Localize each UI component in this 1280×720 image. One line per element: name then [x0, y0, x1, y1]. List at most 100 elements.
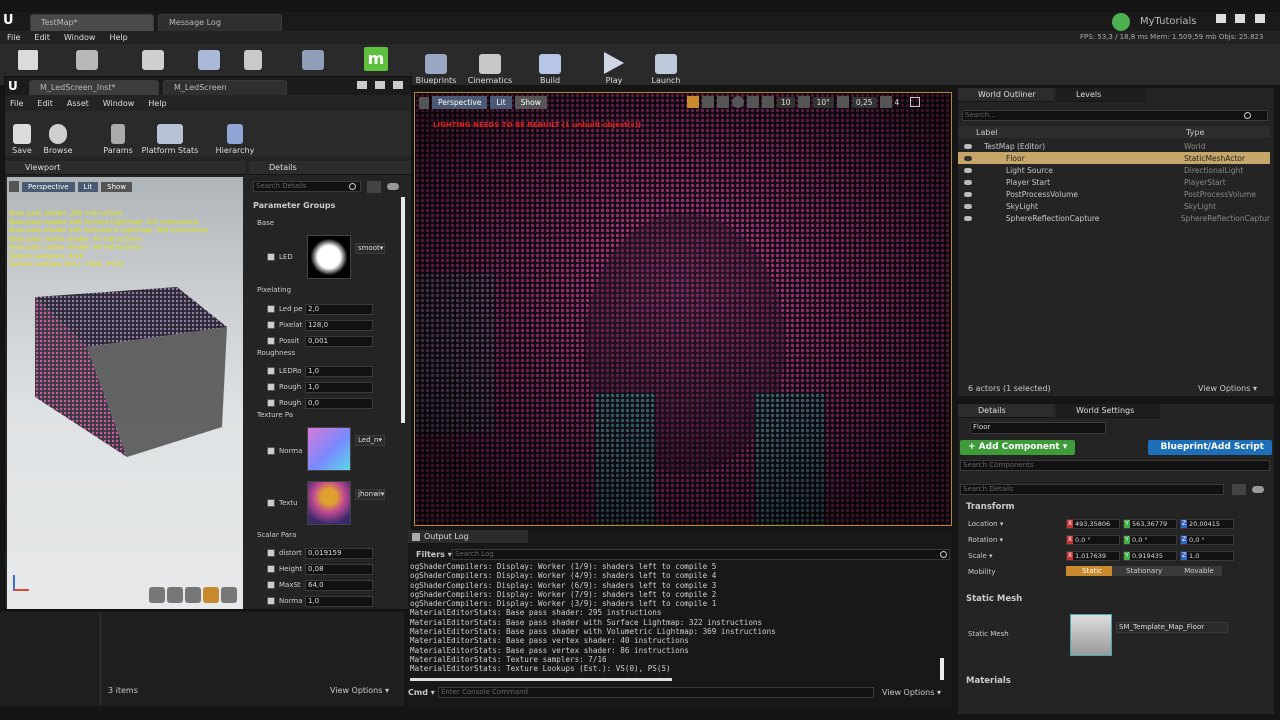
- texture-dropdown[interactable]: jhonwi▾: [355, 489, 385, 500]
- location-z[interactable]: Z 20,00415: [1180, 519, 1234, 529]
- me-details-scrollbar[interactable]: [401, 197, 405, 423]
- scale-icon[interactable]: [717, 96, 729, 108]
- maximize-icon[interactable]: [1235, 14, 1245, 23]
- world-settings-tab[interactable]: World Settings: [1056, 404, 1160, 418]
- rotation-z[interactable]: Z 0,0 °: [1180, 535, 1234, 545]
- me-details-tab[interactable]: Details: [249, 161, 411, 175]
- me-vp-show[interactable]: Show: [101, 181, 133, 192]
- translate-icon[interactable]: [687, 96, 699, 108]
- camera-speed-value[interactable]: 4: [895, 98, 900, 107]
- me-params-button[interactable]: Params: [101, 115, 135, 155]
- output-log-tab[interactable]: Output Log: [408, 530, 528, 544]
- account-avatar[interactable]: [1112, 13, 1130, 31]
- normal-dropdown[interactable]: Led_n▾: [355, 435, 385, 446]
- preview-cylinder-icon[interactable]: [149, 587, 165, 603]
- location-y[interactable]: Y 563,36779: [1123, 519, 1177, 529]
- param-value[interactable]: 128,0: [305, 319, 373, 331]
- me-vp-menu-icon[interactable]: [9, 181, 19, 192]
- search-components[interactable]: Search Components: [960, 460, 1270, 471]
- rotate-icon[interactable]: [702, 96, 714, 108]
- mobility-static[interactable]: Static: [1066, 566, 1113, 576]
- blueprints-button[interactable]: Blueprints: [414, 45, 458, 85]
- outliner-search[interactable]: Search...: [962, 110, 1268, 121]
- me-save-button[interactable]: Save: [5, 115, 39, 155]
- outliner-row-selected[interactable]: Floor StaticMeshActor: [958, 152, 1270, 164]
- col-label[interactable]: Label: [976, 128, 998, 137]
- visibility-eye-icon[interactable]: [964, 179, 972, 185]
- modes-icon[interactable]: [142, 50, 164, 70]
- location-x[interactable]: X 493,35806: [1066, 519, 1120, 529]
- search-details[interactable]: Search Details: [960, 484, 1224, 495]
- transform-section[interactable]: Transform: [966, 502, 1015, 512]
- led-dropdown[interactable]: smoot▾: [355, 243, 385, 254]
- scale-y[interactable]: Y 0,919435: [1123, 551, 1177, 561]
- menu-window[interactable]: Window: [64, 33, 96, 42]
- group-base[interactable]: Base: [257, 219, 274, 227]
- param-value[interactable]: 0,001: [305, 335, 373, 347]
- menu-help[interactable]: Help: [109, 33, 127, 42]
- visibility-eye-icon[interactable]: [964, 143, 972, 149]
- rotation-snap-value[interactable]: 10°: [812, 96, 834, 108]
- me-maximize-icon[interactable]: [375, 81, 385, 89]
- outliner-view-options[interactable]: View Options ▾: [1198, 384, 1257, 393]
- actor-name-field[interactable]: Floor: [970, 422, 1106, 434]
- launch-button[interactable]: Launch: [646, 45, 686, 85]
- parameter-groups-header[interactable]: Parameter Groups: [253, 201, 335, 210]
- surface-snap-icon[interactable]: [747, 96, 759, 108]
- me-menu-window[interactable]: Window: [103, 99, 135, 108]
- param-value[interactable]: 0,019159: [305, 547, 373, 559]
- me-details-search-icon[interactable]: [349, 183, 356, 190]
- mobility-stationary[interactable]: Stationary: [1112, 566, 1171, 576]
- rotation-x[interactable]: X 0,0 °: [1066, 535, 1120, 545]
- rotation-label[interactable]: Rotation ▾: [968, 536, 1003, 544]
- normal-checkbox[interactable]: [267, 447, 275, 455]
- me-eye-icon[interactable]: [387, 183, 399, 190]
- me-tab-instance[interactable]: M_LedScreen_Inst*: [29, 80, 159, 95]
- texture-checkbox[interactable]: [267, 499, 275, 507]
- log-view-options[interactable]: View Options ▾: [882, 688, 941, 697]
- grid-snap-icon[interactable]: [762, 96, 774, 108]
- me-minimize-icon[interactable]: [357, 81, 367, 89]
- normal-texture-thumb[interactable]: [307, 427, 351, 471]
- vp-menu-icon[interactable]: [419, 96, 429, 109]
- close-icon[interactable]: [1255, 14, 1265, 23]
- outliner-row[interactable]: SphereReflectionCapture SphereReflectionC…: [958, 212, 1270, 224]
- param-checkbox[interactable]: [267, 337, 275, 345]
- me-vp-lit[interactable]: Lit: [77, 181, 99, 192]
- outliner-row[interactable]: Player Start PlayerStart: [958, 176, 1270, 188]
- vp-perspective-button[interactable]: Perspective: [432, 96, 488, 109]
- visibility-eye-icon[interactable]: [964, 191, 972, 197]
- content-icon[interactable]: [198, 50, 220, 70]
- me-hierarchy-button[interactable]: Hierarchy: [213, 115, 257, 155]
- level-viewport[interactable]: Perspective Lit Show LIGHTING NEEDS TO B…: [414, 92, 952, 526]
- details-grid-icon[interactable]: [1232, 484, 1246, 495]
- location-label[interactable]: Location ▾: [968, 520, 1003, 528]
- group-texture-params[interactable]: Texture Pa: [257, 411, 293, 419]
- led-checkbox[interactable]: [267, 253, 275, 261]
- param-value[interactable]: 2,0: [305, 303, 373, 315]
- static-mesh-section[interactable]: Static Mesh: [966, 594, 1022, 604]
- me-view-options-icon[interactable]: [367, 181, 381, 193]
- log-filters[interactable]: Filters ▾: [416, 550, 452, 559]
- outliner-search-icon[interactable]: [1244, 112, 1251, 119]
- static-mesh-thumb[interactable]: [1070, 614, 1112, 656]
- marketplace-icon[interactable]: [244, 50, 262, 70]
- param-checkbox[interactable]: [267, 597, 275, 605]
- play-button[interactable]: Play: [594, 45, 634, 85]
- me-preview-viewport[interactable]: Perspective Lit Show Base pass shader: 2…: [7, 177, 243, 609]
- param-checkbox[interactable]: [267, 565, 275, 573]
- world-icon[interactable]: [732, 96, 744, 108]
- minimize-icon[interactable]: [1216, 14, 1226, 23]
- preview-teapot-icon[interactable]: [221, 587, 237, 603]
- log-scrollbar[interactable]: [940, 658, 944, 680]
- param-value[interactable]: 64,0: [305, 579, 373, 591]
- save-icon[interactable]: [18, 50, 38, 70]
- scale-z[interactable]: Z 1,0: [1180, 551, 1234, 561]
- details-tab[interactable]: Details: [958, 404, 1054, 418]
- log-hscrollbar[interactable]: [410, 678, 672, 681]
- visibility-eye-icon[interactable]: [964, 167, 972, 173]
- blueprint-add-script-button[interactable]: Blueprint/Add Script: [1148, 440, 1272, 455]
- param-value[interactable]: 1,0: [305, 365, 373, 377]
- preview-plane-icon[interactable]: [185, 587, 201, 603]
- console-input[interactable]: Enter Console Command: [438, 687, 874, 698]
